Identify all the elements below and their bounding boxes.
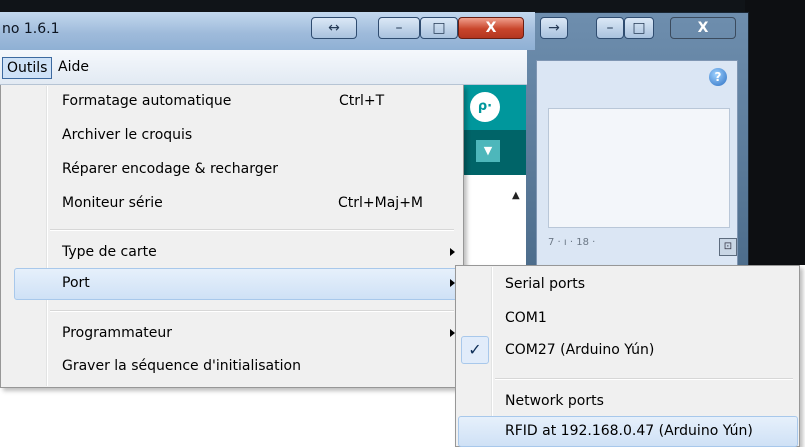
submenu-header-serial-ports: Serial ports bbox=[505, 276, 586, 292]
menu-separator bbox=[50, 229, 454, 231]
menu-item-archiver-croquis[interactable]: Archiver le croquis bbox=[62, 127, 192, 143]
menu-item-formatage-automatique[interactable]: Formatage automatique bbox=[62, 93, 231, 109]
menu-item-moniteur-serie[interactable]: Moniteur série bbox=[62, 195, 163, 211]
close-button[interactable]: X bbox=[458, 17, 524, 39]
chevron-down-icon[interactable]: ▼ bbox=[476, 140, 500, 162]
background-window-document-area bbox=[548, 108, 730, 228]
menu-separator bbox=[50, 310, 454, 312]
menu-item-reparer-encodage[interactable]: Réparer encodage & recharger bbox=[62, 161, 278, 177]
corner-icon[interactable]: ⊡ bbox=[719, 238, 737, 256]
submenu-item-com1[interactable]: COM1 bbox=[505, 310, 547, 326]
menu-icon-gutter bbox=[46, 86, 48, 386]
submenu-header-network-ports: Network ports bbox=[505, 393, 604, 409]
background-window-close-button[interactable]: X bbox=[670, 17, 736, 39]
desktop-background-right bbox=[745, 0, 805, 265]
magnifier-icon[interactable]: ρ· bbox=[470, 92, 500, 122]
shortcut-formatage: Ctrl+T bbox=[339, 93, 385, 109]
maximize-button[interactable]: □ bbox=[420, 17, 458, 39]
submenu-arrow-icon bbox=[450, 248, 455, 256]
menu-item-type-de-carte[interactable]: Type de carte bbox=[62, 244, 157, 260]
window-title: no 1.6.1 bbox=[2, 21, 60, 37]
background-window-minimize-button[interactable]: – bbox=[596, 17, 624, 39]
background-window-maximize-button[interactable]: □ bbox=[624, 17, 654, 39]
menu-item-programmateur[interactable]: Programmateur bbox=[62, 325, 172, 341]
menu-item-port[interactable]: Port bbox=[62, 275, 90, 291]
submenu-item-rfid-network-port[interactable]: RFID at 192.168.0.47 (Arduino Yún) bbox=[505, 423, 753, 439]
shortcut-moniteur: Ctrl+Maj+M bbox=[338, 195, 423, 211]
menu-outils[interactable]: Outils bbox=[2, 57, 53, 79]
resize-button[interactable]: ↔ bbox=[311, 17, 357, 39]
desktop-background bbox=[0, 0, 805, 12]
help-icon[interactable]: ? bbox=[709, 68, 727, 86]
minimize-button[interactable]: – bbox=[378, 17, 420, 39]
scroll-up-arrow-icon[interactable]: ▲ bbox=[512, 190, 520, 201]
ruler: 7 · ı · 18 · bbox=[548, 237, 596, 248]
submenu-separator bbox=[495, 378, 793, 380]
background-window-back-button[interactable]: → bbox=[540, 17, 568, 39]
menu-aide[interactable]: Aide bbox=[58, 57, 89, 77]
checkmark-icon: ✓ bbox=[461, 336, 489, 364]
submenu-item-com27[interactable]: COM27 (Arduino Yún) bbox=[505, 342, 654, 358]
menu-item-graver-sequence[interactable]: Graver la séquence d'initialisation bbox=[62, 358, 301, 374]
